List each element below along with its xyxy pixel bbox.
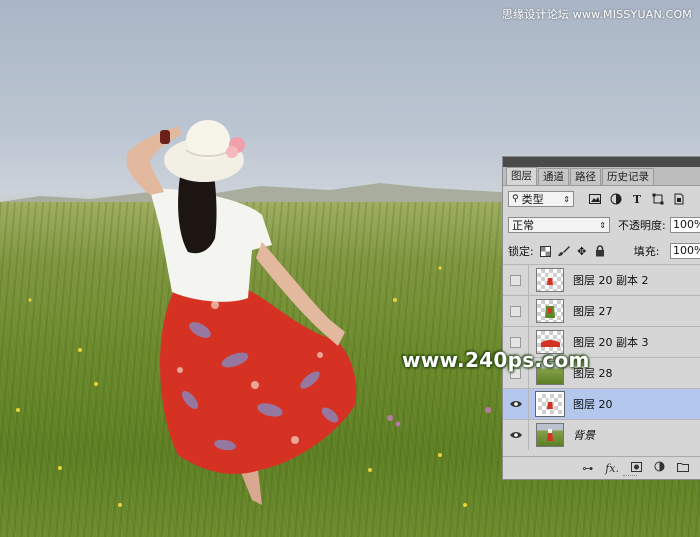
visibility-toggle[interactable] [503, 389, 529, 419]
lock-position-move-icon[interactable]: ✥ [576, 245, 588, 258]
search-icon: ⚲ [512, 194, 519, 204]
updown-icon: ⇕ [563, 194, 570, 204]
opacity-input[interactable]: 100% [670, 217, 700, 233]
panel-tabs: 图层 通道 路径 历史记录 [503, 167, 700, 186]
eye-icon [509, 401, 522, 407]
resize-grip[interactable] [623, 475, 637, 479]
layers-bottom-toolbar: ⊶ fx. [503, 456, 700, 479]
filter-kind-select[interactable]: ⚲ 类型 ⇕ [508, 191, 574, 207]
layer-name: 图层 20 副本 2 [573, 274, 649, 287]
filter-row: ⚲ 类型 ⇕ T [503, 186, 700, 212]
hidden-box-icon [510, 305, 521, 317]
add-mask-icon[interactable] [631, 461, 642, 475]
hidden-box-icon [510, 336, 521, 348]
layer-thumbnail [535, 391, 565, 417]
tab-history[interactable]: 历史记录 [602, 168, 654, 185]
fill-label: 填充: [633, 245, 660, 258]
eye-icon [509, 432, 522, 438]
blend-row: 正常 ⇕ 不透明度: 100% [503, 212, 700, 238]
layer-name: 图层 20 [573, 398, 613, 411]
layer-row[interactable]: 图层 20 副本 2 [503, 264, 700, 295]
lock-pixels-brush-icon[interactable] [557, 245, 570, 257]
opacity-label: 不透明度: [618, 219, 666, 232]
hidden-box-icon [510, 274, 521, 286]
layer-name: 背景 [573, 429, 595, 442]
panel-title-bar[interactable] [503, 157, 700, 167]
layer-row[interactable]: 图层 27 [503, 295, 700, 326]
pixel-filter-icon[interactable] [588, 192, 602, 206]
updown-icon: ⇕ [599, 220, 606, 230]
visibility-toggle[interactable] [503, 420, 529, 450]
type-filter-icon[interactable]: T [630, 192, 644, 206]
adjustment-layer-icon[interactable] [654, 461, 665, 475]
filter-kind-label: 类型 [521, 193, 544, 206]
lock-all-icon[interactable] [594, 245, 606, 257]
watermark-site: 思缘设计论坛 www.MISSYUAN.COM [501, 8, 692, 21]
adjustment-filter-icon[interactable] [609, 192, 623, 206]
layer-thumbnail [536, 268, 564, 292]
smart-object-filter-icon[interactable] [672, 192, 686, 206]
blend-mode-select[interactable]: 正常 ⇕ [508, 217, 610, 233]
fill-input[interactable]: 100% [670, 243, 700, 259]
layer-thumbnail [536, 299, 564, 323]
layer-style-fx-icon[interactable]: fx. [605, 462, 619, 475]
lock-label: 锁定: [508, 245, 534, 258]
layer-name: 图层 27 [573, 305, 613, 318]
layer-row-selected[interactable]: 图层 20 [503, 388, 700, 419]
lock-transparent-icon[interactable] [540, 245, 552, 257]
watermark-240ps: www.240ps.com [402, 348, 590, 372]
lock-row: 锁定: ✥ 填充: 100% [503, 238, 700, 264]
tab-paths[interactable]: 路径 [570, 168, 601, 185]
link-layers-icon[interactable]: ⊶ [582, 462, 593, 475]
visibility-toggle[interactable] [503, 265, 529, 295]
layer-thumbnail [536, 423, 564, 447]
visibility-toggle[interactable] [503, 296, 529, 326]
new-group-folder-icon[interactable] [677, 462, 689, 475]
shape-filter-icon[interactable] [651, 192, 665, 206]
layer-row[interactable]: 背景 [503, 419, 700, 450]
blend-mode-value: 正常 [512, 219, 534, 232]
tab-channels[interactable]: 通道 [538, 168, 569, 185]
tab-layers[interactable]: 图层 [506, 167, 537, 185]
layers-panel: 图层 通道 路径 历史记录 ⚲ 类型 ⇕ T 正常 ⇕ 不透明度: 100% [502, 156, 700, 480]
